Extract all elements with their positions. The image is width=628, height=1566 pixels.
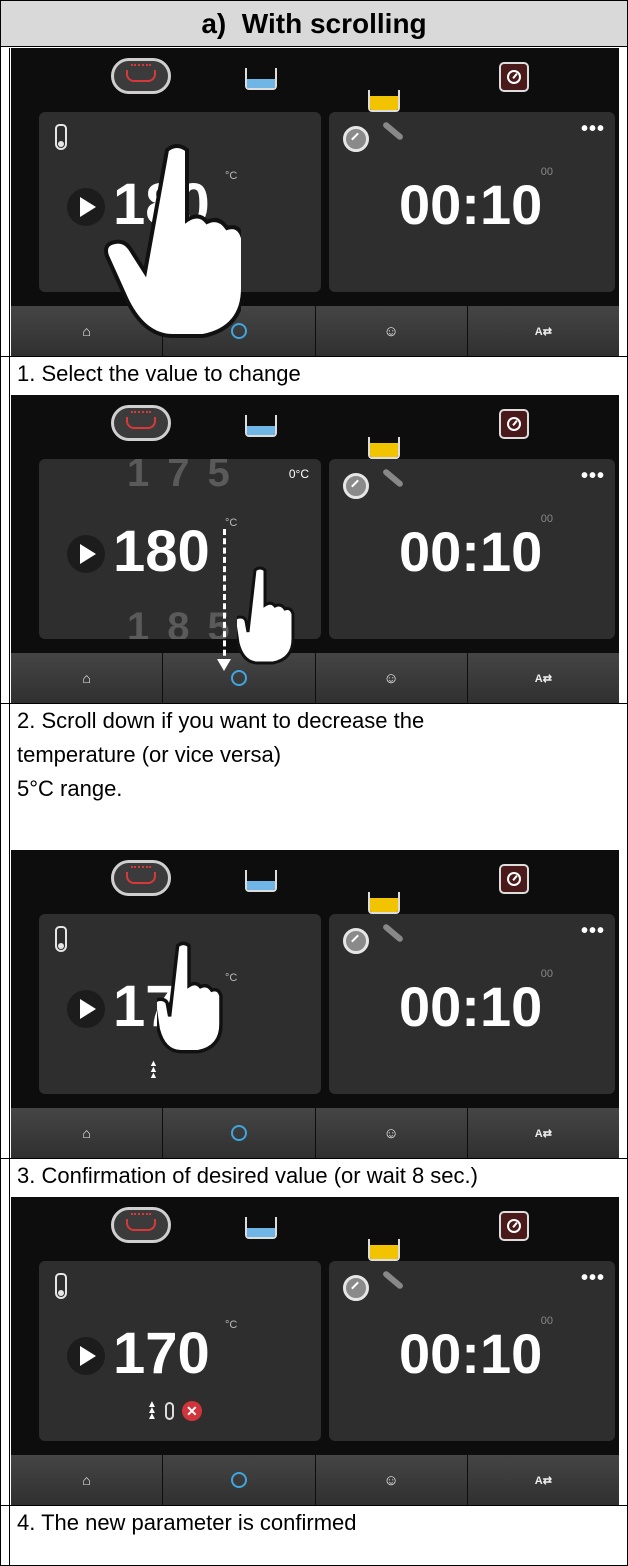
timer-value[interactable]: 00:10 xyxy=(399,517,542,587)
water-bath-icon[interactable] xyxy=(245,870,277,892)
core-probe-icon[interactable] xyxy=(381,120,405,142)
home-icon[interactable]: ⌂ xyxy=(11,653,164,703)
timer-seconds: 00 xyxy=(540,513,553,525)
pointing-hand-icon xyxy=(104,144,241,338)
step-4: 170 °C ▲ ▲ ▲ ✕ ••• 00 00:10 ⌂ ☺ A⇄ 4. Th… xyxy=(1,1197,627,1566)
timer-panel[interactable]: ••• 00 00:10 xyxy=(329,459,615,639)
increase-arrows-icon: ▲▲▲ xyxy=(149,1058,158,1080)
step-1: 180 °C ▲▲▲ ••• 00 00:10 ⌂ ☺ A⇄ 1. S xyxy=(1,48,627,395)
temperature-value[interactable]: 170 xyxy=(113,1319,210,1389)
play-button[interactable] xyxy=(67,1337,105,1375)
oil-bath-icon[interactable] xyxy=(368,90,400,112)
instruction-document: a) With scrolling 180 °C ▲▲▲ ••• 00 xyxy=(0,0,628,1566)
clock-icon[interactable] xyxy=(343,928,369,954)
temperature-panel[interactable]: 170 °C ▲ ▲ ▲ ✕ xyxy=(39,1261,321,1441)
timer-value[interactable]: 00:10 xyxy=(399,170,542,240)
grill-mode-icon[interactable] xyxy=(111,405,171,441)
temperature-unit: °C xyxy=(225,517,238,529)
chef-icon[interactable]: ☺ xyxy=(315,306,468,356)
pointing-hand-icon xyxy=(237,566,295,665)
oil-bath-icon[interactable] xyxy=(368,1239,400,1261)
scroll-down-arrow-icon xyxy=(217,529,231,671)
more-options-icon[interactable]: ••• xyxy=(581,465,605,488)
water-bath-icon[interactable] xyxy=(245,415,277,437)
oven-mode-icon[interactable] xyxy=(499,864,529,894)
setpoint-label: 0°C xyxy=(288,467,309,481)
previous-value: 175 xyxy=(127,459,248,495)
grill-mode-icon[interactable] xyxy=(111,860,171,896)
water-bath-icon[interactable] xyxy=(245,68,277,90)
step-caption: 2. Scroll down if you want to decrease t… xyxy=(1,703,627,806)
clock-icon[interactable] xyxy=(343,126,369,152)
water-bath-icon[interactable] xyxy=(245,1217,277,1239)
timer-value[interactable]: 00:10 xyxy=(399,972,542,1042)
clock-icon[interactable] xyxy=(343,473,369,499)
timer-seconds: 00 xyxy=(540,1315,553,1327)
oil-bath-icon[interactable] xyxy=(368,437,400,459)
step-caption: 3. Confirmation of desired value (or wai… xyxy=(1,1158,627,1193)
clock-icon[interactable] xyxy=(343,1275,369,1301)
timer-seconds: 00 xyxy=(540,166,553,178)
temperature-value[interactable]: 180 xyxy=(113,517,210,587)
oven-mode-icon[interactable] xyxy=(499,1211,529,1241)
step-2: 175 0°C 180 °C 185 ••• 00 00:10 ⌂ ☺ A⇄ 2… xyxy=(1,395,627,850)
core-probe-icon[interactable] xyxy=(381,1269,405,1291)
preheat-status: ▲ ▲ ▲ ✕ xyxy=(147,1399,202,1422)
temperature-unit: °C xyxy=(225,1319,238,1331)
timer-panel[interactable]: ••• 00 00:10 xyxy=(329,1261,615,1441)
language-icon[interactable]: A⇄ xyxy=(467,653,619,703)
grill-mode-icon[interactable] xyxy=(111,1207,171,1243)
oven-mode-icon[interactable] xyxy=(499,409,529,439)
cancel-icon[interactable]: ✕ xyxy=(181,1401,202,1421)
device-screen: 180 °C ▲▲▲ ••• 00 00:10 ⌂ ☺ A⇄ xyxy=(11,48,619,356)
chef-icon[interactable]: ☺ xyxy=(315,1108,468,1158)
bottom-nav: ⌂ ☺ A⇄ xyxy=(11,1455,619,1505)
home-icon[interactable]: ⌂ xyxy=(11,1108,164,1158)
more-options-icon[interactable]: ••• xyxy=(581,1267,605,1290)
device-screen: 170 °C ▲▲▲ ••• 00 00:10 ⌂ ☺ A⇄ xyxy=(11,850,619,1158)
language-icon[interactable]: A⇄ xyxy=(467,1108,619,1158)
thermometer-icon xyxy=(164,1402,174,1420)
language-icon[interactable]: A⇄ xyxy=(467,1455,619,1505)
thermometer-icon xyxy=(55,926,67,952)
play-button[interactable] xyxy=(67,188,105,226)
oven-mode-icon[interactable] xyxy=(499,62,529,92)
bottom-nav: ⌂ ☺ A⇄ xyxy=(11,653,619,703)
timer-panel[interactable]: ••• 00 00:10 xyxy=(329,914,615,1094)
step-3: 170 °C ▲▲▲ ••• 00 00:10 ⌂ ☺ A⇄ 3. C xyxy=(1,850,627,1197)
thermometer-icon xyxy=(55,1273,67,1299)
play-button[interactable] xyxy=(67,535,105,573)
core-probe-icon[interactable] xyxy=(381,467,405,489)
timer-seconds: 00 xyxy=(540,968,553,980)
increase-arrows-icon: ▲▲▲ xyxy=(147,1399,157,1422)
play-button[interactable] xyxy=(67,990,105,1028)
step-caption: 4. The new parameter is confirmed xyxy=(1,1505,627,1540)
oil-bath-icon[interactable] xyxy=(368,892,400,914)
next-value: 185 xyxy=(127,605,248,639)
home-icon[interactable]: ⌂ xyxy=(11,1455,164,1505)
rinse-icon[interactable] xyxy=(163,1108,316,1158)
section-title: a) With scrolling xyxy=(1,1,627,47)
core-probe-icon[interactable] xyxy=(381,922,405,944)
pointing-hand-icon xyxy=(157,941,223,1054)
more-options-icon[interactable]: ••• xyxy=(581,920,605,943)
device-screen: 175 0°C 180 °C 185 ••• 00 00:10 ⌂ ☺ A⇄ xyxy=(11,395,619,703)
chef-icon[interactable]: ☺ xyxy=(315,653,468,703)
thermometer-icon xyxy=(55,124,67,150)
timer-panel[interactable]: ••• 00 00:10 xyxy=(329,112,615,292)
more-options-icon[interactable]: ••• xyxy=(581,118,605,141)
chef-icon[interactable]: ☺ xyxy=(315,1455,468,1505)
step-caption: 1. Select the value to change xyxy=(1,356,627,391)
device-screen: 170 °C ▲ ▲ ▲ ✕ ••• 00 00:10 ⌂ ☺ A⇄ xyxy=(11,1197,619,1505)
timer-value[interactable]: 00:10 xyxy=(399,1319,542,1389)
grill-mode-icon[interactable] xyxy=(111,58,171,94)
rinse-icon[interactable] xyxy=(163,1455,316,1505)
bottom-nav: ⌂ ☺ A⇄ xyxy=(11,1108,619,1158)
language-icon[interactable]: A⇄ xyxy=(467,306,619,356)
